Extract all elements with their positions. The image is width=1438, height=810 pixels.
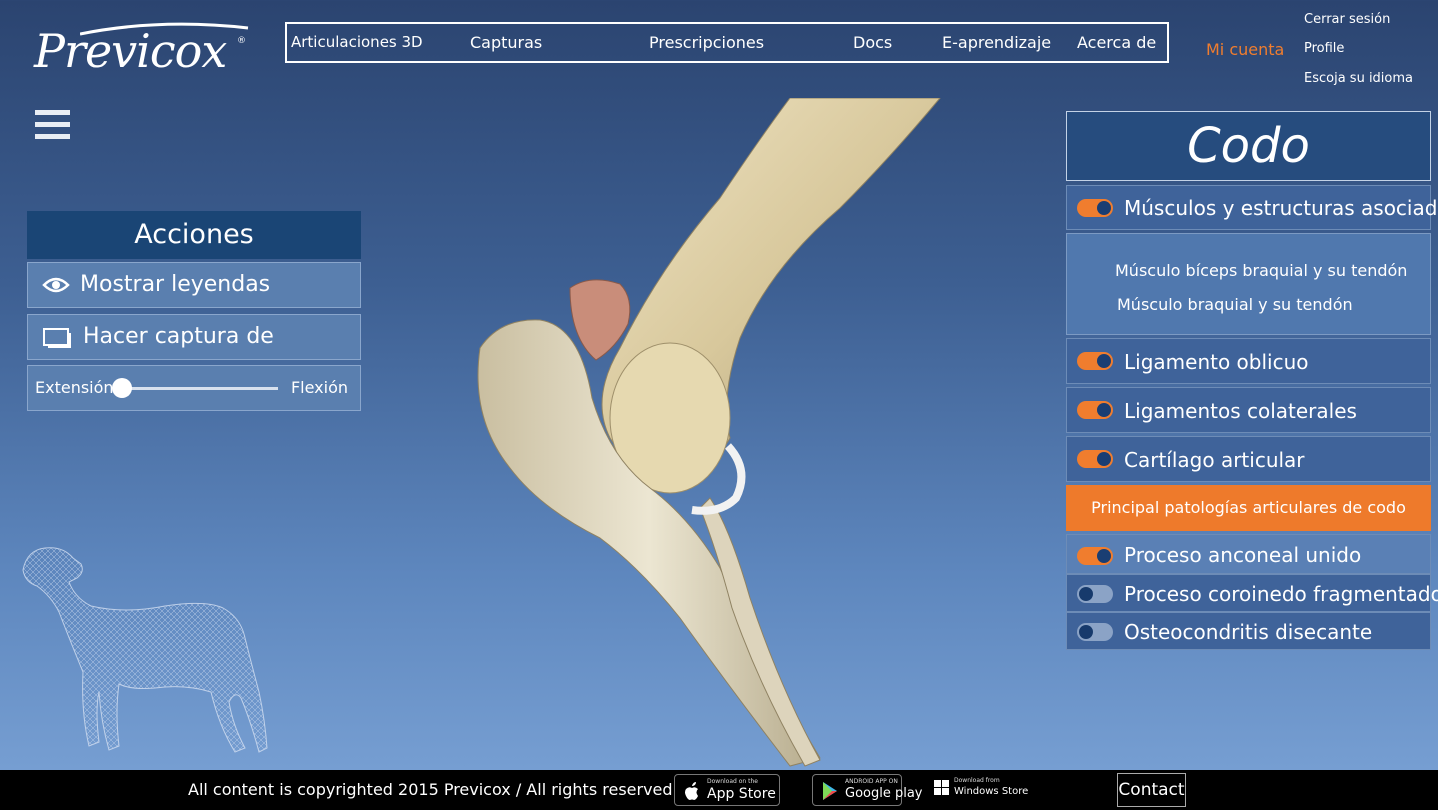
layer-proceso-anconeal[interactable]: Proceso anconeal unido [1066, 534, 1431, 574]
choose-language-link[interactable]: Escoja su idioma [1304, 71, 1413, 86]
slider-label-flexion: Flexión [290, 378, 348, 397]
windows-store-small-text: Download from [954, 777, 1000, 784]
profile-link[interactable]: Profile [1304, 41, 1344, 56]
toggle-proceso-coroinedo[interactable] [1077, 585, 1113, 603]
nav-capturas[interactable]: Capturas [470, 24, 542, 61]
layer-ligamento-oblicuo-label: Ligamento oblicuo [1124, 350, 1309, 374]
layer-cartilago[interactable]: Cartílago articular [1066, 436, 1431, 482]
google-play-badge[interactable]: ANDROID APP ON Google play [812, 774, 923, 806]
mi-cuenta-link[interactable]: Mi cuenta [1206, 40, 1284, 59]
show-legends-label: Mostrar leyendas [80, 272, 271, 297]
nav-prescripciones[interactable]: Prescripciones [649, 24, 764, 61]
codo-title-text: Codo [1187, 118, 1310, 174]
toggle-cartilago[interactable] [1077, 450, 1113, 468]
toggle-musculos[interactable] [1077, 199, 1113, 217]
dog-wireframe-icon [22, 547, 268, 753]
google-play-big-text: Google play [845, 786, 923, 801]
previcox-logo[interactable]: Previcox ® [34, 22, 249, 78]
copyright-text: All content is copyrighted 2015 Previcox… [188, 780, 673, 799]
layer-musculos-label: Músculos y estructuras asociadas [1124, 196, 1438, 220]
show-legends-button[interactable]: Mostrar leyendas [27, 262, 361, 308]
screenshot-icon [43, 328, 71, 348]
patologias-header-button[interactable]: Principal patologías articulares de codo [1066, 485, 1431, 531]
layer-proceso-coroinedo[interactable]: Proceso coroinedo fragmentado [1066, 574, 1438, 612]
sub-item-braquial[interactable]: Músculo braquial y su tendón [1117, 295, 1353, 314]
apple-icon [685, 782, 698, 800]
elbow-joint-3d-model[interactable] [420, 98, 960, 770]
nav-acerca-de[interactable]: Acerca de [1077, 24, 1156, 61]
nav-docs[interactable]: Docs [853, 24, 892, 61]
app-store-badge[interactable]: Download on the App Store [674, 774, 780, 806]
layer-ligamentos-colaterales[interactable]: Ligamentos colaterales [1066, 387, 1431, 433]
toggle-proceso-anconeal[interactable] [1077, 547, 1113, 565]
toggle-ligamentos-colaterales[interactable] [1077, 401, 1113, 419]
codo-title: Codo [1066, 111, 1431, 181]
layer-musculos[interactable]: Músculos y estructuras asociadas [1066, 185, 1438, 230]
slider-thumb[interactable] [112, 378, 132, 398]
app-store-big-text: App Store [707, 786, 776, 802]
extension-flexion-slider-row: Extensión Flexión [27, 365, 361, 411]
app-store-small-text: Download on the [707, 778, 758, 785]
layer-osteocondritis-label: Osteocondritis disecante [1124, 620, 1373, 644]
footer: All content is copyrighted 2015 Previcox… [0, 770, 1438, 810]
nav-e-aprendizaje[interactable]: E-aprendizaje [942, 24, 1051, 61]
actions-title: Acciones [27, 211, 361, 259]
hamburger-menu-icon[interactable] [35, 110, 71, 144]
toggle-ligamento-oblicuo[interactable] [1077, 352, 1113, 370]
toggle-osteocondritis[interactable] [1077, 623, 1113, 641]
layer-ligamentos-colaterales-label: Ligamentos colaterales [1124, 399, 1357, 423]
musculos-sublist: Músculo bíceps braquial y su tendón Músc… [1066, 233, 1431, 335]
windows-store-big-text: Windows Store [954, 786, 1029, 797]
cerrar-sesion-link[interactable]: Cerrar sesión [1304, 12, 1390, 27]
layer-osteocondritis[interactable]: Osteocondritis disecante [1066, 612, 1431, 650]
layer-proceso-coroinedo-label: Proceso coroinedo fragmentado [1124, 582, 1438, 606]
layer-cartilago-label: Cartílago articular [1124, 448, 1305, 472]
google-play-small-text: ANDROID APP ON [845, 778, 898, 785]
logo-swoosh-icon [80, 22, 249, 36]
google-play-icon [823, 782, 837, 800]
eye-icon [42, 277, 70, 293]
main-nav: Articulaciones 3D Capturas Prescripcione… [285, 22, 1169, 63]
layer-proceso-anconeal-label: Proceso anconeal unido [1124, 543, 1362, 567]
logo-registered-mark: ® [237, 36, 246, 46]
screenshot-button[interactable]: Hacer captura de pantalla [27, 314, 361, 393]
slider-track[interactable] [126, 387, 278, 390]
windows-store-badge[interactable]: Download from Windows Store [926, 774, 1030, 806]
layer-ligamento-oblicuo[interactable]: Ligamento oblicuo [1066, 338, 1431, 384]
slider-label-extension: Extensión [35, 378, 114, 397]
windows-icon [934, 780, 949, 795]
sub-item-biceps[interactable]: Músculo bíceps braquial y su tendón [1115, 261, 1407, 280]
contact-button[interactable]: Contact [1117, 773, 1186, 807]
nav-articulaciones-3d[interactable]: Articulaciones 3D [291, 24, 423, 61]
